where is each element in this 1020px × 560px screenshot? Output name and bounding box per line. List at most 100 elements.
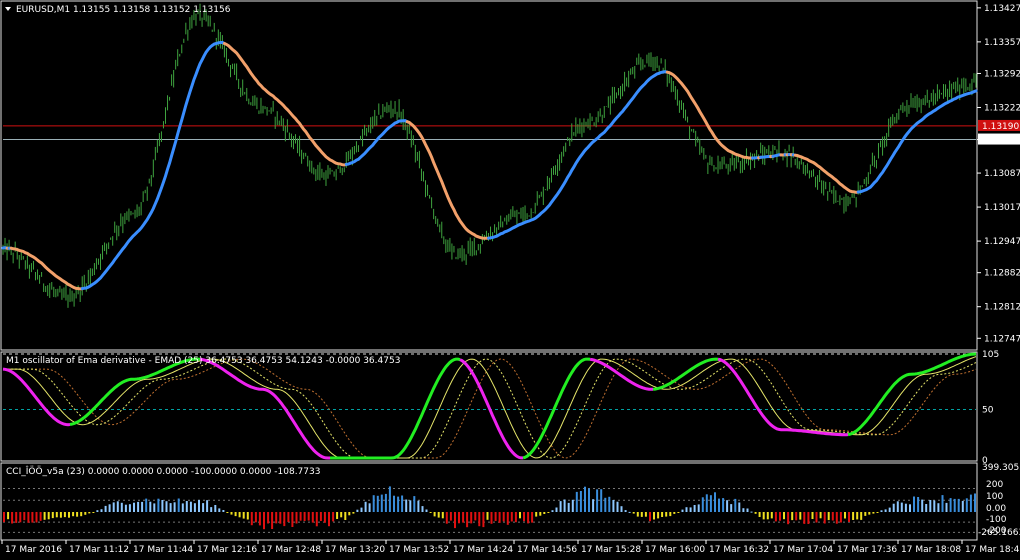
cci-bar [482, 512, 485, 528]
cci-bar [681, 509, 684, 512]
cci-bar [909, 504, 911, 512]
cci-bar [795, 512, 798, 521]
cci-bar [275, 512, 278, 524]
cci-bar [624, 510, 627, 512]
cci-bar [202, 503, 205, 512]
time-tick-label: 17 Mar 13:52 [389, 545, 449, 555]
oscillator-tick-label: 105 [982, 350, 999, 360]
cci-bar [149, 501, 152, 512]
price-tick-label: 1.13222 [984, 103, 1020, 113]
cci-bar [774, 512, 777, 522]
cci-bar [429, 512, 432, 513]
cci-bar [913, 496, 915, 512]
trading-chart[interactable]: 1.13427 1.13357 1.13292 1.13222 1.13087 1.130… [0, 0, 1020, 560]
time-tick-label: 17 Mar 16:32 [709, 545, 769, 555]
cci-bar [701, 497, 704, 512]
cci-bar [969, 494, 972, 512]
cci-bar [145, 498, 148, 512]
red-line-price-label: 1.13190 [978, 119, 1020, 132]
cci-bar [437, 512, 440, 518]
cci-bar [96, 510, 99, 512]
cci-title: CCI_ÎÖÖ_v5a (23) 0.0000 0.0000 0.0000 -1… [6, 465, 320, 477]
oscillator-line [2, 352, 977, 460]
cci-bar [445, 512, 448, 524]
cci-bar [116, 501, 119, 512]
cci-bar [718, 498, 720, 512]
cci-bar [535, 512, 538, 517]
cci-bar [76, 512, 79, 517]
cci-bar [600, 489, 603, 512]
ma-down-segment [793, 153, 860, 194]
cci-bar [141, 501, 144, 512]
cci-bar [128, 504, 131, 512]
current-price-label: 1.13156 [978, 133, 1020, 146]
cci-bar [547, 512, 550, 513]
cci-bar [165, 501, 168, 512]
cci-bar [839, 512, 842, 523]
cci-bar [852, 512, 855, 520]
cci-bar [137, 501, 140, 512]
cci-bar [279, 512, 282, 524]
cci-bar [742, 508, 745, 512]
cci-bar [872, 512, 875, 514]
cci-bar [226, 512, 229, 513]
cci-bar [15, 512, 18, 523]
cci-bar [39, 512, 42, 521]
cci-bar [214, 505, 217, 512]
cci-bar [945, 502, 948, 512]
cci-bar [953, 498, 956, 512]
cci-bar [51, 512, 54, 519]
time-tick-label: 17 Mar 17:04 [773, 545, 833, 555]
cci-bar [441, 512, 444, 519]
dropdown-triangle-icon[interactable] [5, 7, 11, 11]
cci-bar [250, 512, 253, 526]
cci-plot[interactable] [3, 486, 976, 533]
cci-bar [628, 511, 631, 513]
cci-bar [397, 496, 400, 512]
cci-bar [803, 512, 806, 524]
price-plot[interactable] [1, 3, 978, 308]
cci-bar [596, 489, 599, 512]
cci-bar [754, 512, 757, 514]
cci-bar [925, 504, 928, 512]
cci-bar [697, 504, 700, 512]
cci-bar [531, 512, 534, 523]
cci-bar [726, 500, 729, 512]
cci-bar [181, 503, 184, 512]
cci-bar [579, 491, 582, 512]
cci-bar [185, 501, 188, 512]
cci-bar [571, 499, 574, 512]
cci-bar [319, 512, 322, 521]
main-title: EURUSD,M1 1.13155 1.13158 1.13152 1.1315… [16, 5, 231, 15]
cci-bar [592, 499, 595, 512]
oscillator-plot[interactable] [2, 352, 977, 460]
cci-bar [230, 512, 233, 515]
cci-bar [68, 512, 70, 518]
cci-bar [299, 512, 302, 521]
time-tick-label: 17 Mar 14:24 [453, 545, 513, 555]
cci-bar [685, 507, 688, 512]
cci-tick-label: 200 [986, 480, 1003, 490]
cci-bar [673, 512, 676, 514]
oscillator-down-segment [459, 358, 523, 460]
cci-bar [88, 512, 91, 514]
cci-bar [210, 507, 213, 512]
cci-bar [527, 512, 530, 524]
cci-bar [539, 512, 542, 516]
cci-bar [714, 492, 716, 512]
cci-bar [31, 512, 34, 523]
cci-bar [494, 512, 497, 521]
cci-bar [758, 512, 761, 517]
price-tick-label: 1.12882 [984, 269, 1020, 279]
time-tick-label: 17 Mar 18:40 [965, 545, 1020, 555]
cci-bar [295, 512, 298, 524]
cci-bar [47, 512, 50, 520]
cci-bar [917, 497, 920, 512]
cci-bar [933, 500, 936, 512]
cci-bar [169, 503, 172, 512]
cci-bar [555, 507, 558, 512]
cci-bar [669, 512, 672, 517]
cci-bar [380, 494, 383, 512]
cci-bar [709, 495, 712, 512]
cci-bar [620, 506, 623, 512]
